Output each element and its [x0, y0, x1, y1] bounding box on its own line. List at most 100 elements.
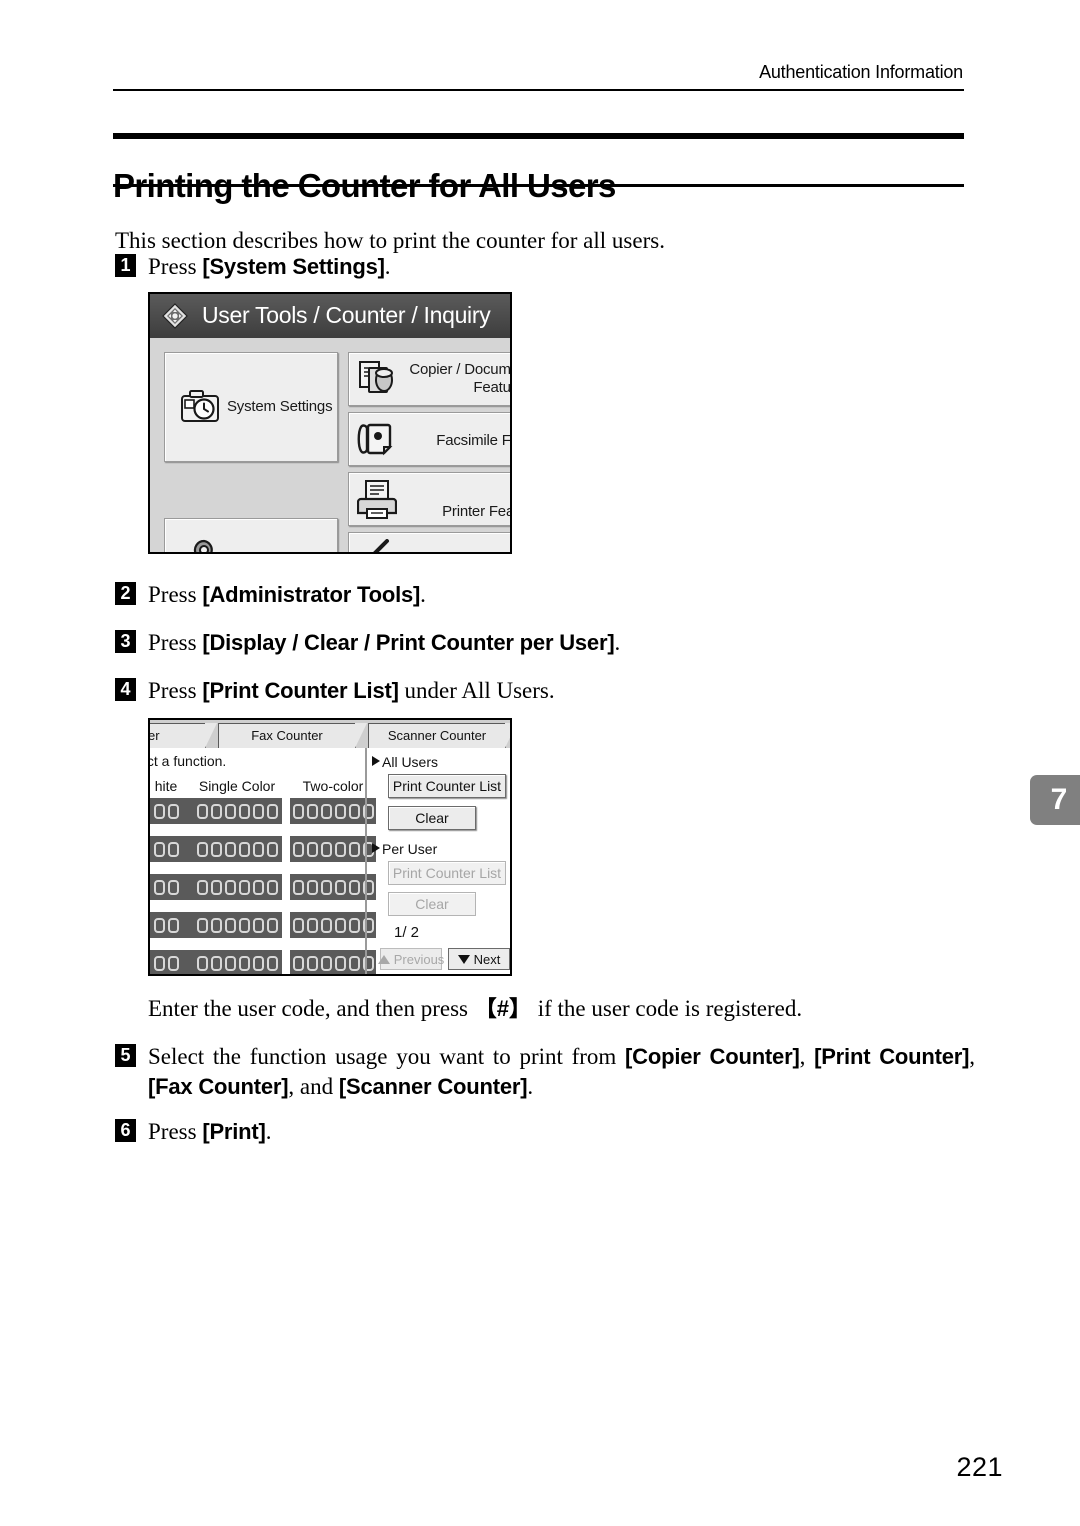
counter-digit: [320, 955, 332, 971]
step-4-pre: Press: [148, 678, 203, 703]
counter-digit: [348, 803, 360, 819]
counter-digit: [348, 917, 360, 933]
figure1-label-line2: Features: [473, 379, 511, 396]
figure1-button-system-settings[interactable]: System Settings: [164, 352, 338, 462]
figure2-counter-cell: [150, 912, 198, 938]
step-6-target: [Print]: [202, 1119, 266, 1144]
figure2-tab-fax-counter[interactable]: Fax Counter: [218, 723, 367, 748]
figure2-all-users-print-counter-list-button[interactable]: Print Counter List: [388, 774, 506, 798]
counter-digit: [252, 803, 264, 819]
counter-digit: [266, 803, 278, 819]
figure2-per-user-print-counter-list-button[interactable]: Print Counter List: [388, 861, 506, 885]
counter-digit: [153, 803, 165, 819]
counter-digit: [238, 879, 250, 895]
section-rule-bottom: [113, 184, 964, 187]
step-1-post: .: [384, 254, 391, 279]
figure2-counter-cell: [150, 874, 198, 900]
step-3-post: .: [614, 630, 621, 655]
counter-digit: [196, 841, 208, 857]
step-number-badge: 4: [115, 678, 136, 701]
figure2-column-header-black-white: hite: [154, 778, 178, 794]
counter-digit: [153, 955, 165, 971]
counter-digit: [266, 841, 278, 857]
figure2-counter-cell: [150, 836, 198, 862]
step-5-p1: Select the function usage you want to pr…: [148, 1044, 626, 1069]
counter-digit: [348, 841, 360, 857]
step-4-target: [Print Counter List]: [202, 678, 399, 703]
figure2-tab-print-counter[interactable]: ter: [150, 723, 217, 748]
running-head: Authentication Information: [759, 62, 963, 82]
counter-digit: [292, 955, 304, 971]
counter-digit: [334, 879, 346, 895]
figure2-body: lect a function. hite Single Color Two-c…: [150, 748, 510, 974]
counter-digit: [334, 841, 346, 857]
step-5-p2: ,: [799, 1044, 815, 1069]
figure1-button-copier-document-features[interactable]: Copier / DocumentFeatures: [348, 352, 511, 406]
step-1-text: Press [System Settings].: [148, 252, 975, 282]
triangle-up-icon: [377, 954, 390, 964]
triangle-down-icon: [457, 954, 470, 964]
counter-digit: [252, 917, 264, 933]
figure2-counter-cell: [290, 836, 376, 862]
step-1-pre: Press: [148, 254, 203, 279]
counter-digit: [153, 917, 165, 933]
step-number-badge: 1: [115, 254, 136, 277]
counter-digit: [196, 879, 208, 895]
step-4-post: under All Users.: [398, 678, 555, 703]
figure2-column-header-two-color: Two-color: [302, 778, 364, 794]
counter-digit: [292, 879, 304, 895]
counter-digit: [224, 879, 236, 895]
counter-digit: [238, 841, 250, 857]
figure2-next-button[interactable]: Next: [448, 948, 510, 970]
chapter-tab: 7: [1030, 775, 1080, 825]
figure2-per-user-clear-button[interactable]: Clear: [388, 892, 476, 916]
counter-digit: [306, 955, 318, 971]
triangle-marker-icon: [372, 756, 380, 766]
figure1-button-scanner-features[interactable]: Scanner Featu: [348, 532, 510, 552]
figure2-column-header-single-color: Single Color: [198, 778, 276, 794]
step-5-p4: , and: [288, 1074, 339, 1099]
figure1-title: User Tools / Counter / Inquiry: [202, 302, 491, 328]
counter-digit: [320, 841, 332, 857]
step-5-target-scanner: [Scanner Counter]: [338, 1074, 528, 1099]
counter-digit: [252, 955, 264, 971]
figure2-panel-divider: [365, 748, 367, 974]
counter-digit: [224, 841, 236, 857]
counter-digit: [306, 879, 318, 895]
figure2-counter-cell: [192, 836, 282, 862]
counter-digit: [292, 803, 304, 819]
figure2-previous-button[interactable]: Previous: [377, 948, 444, 970]
counter-digit: [306, 803, 318, 819]
counter-digit: [196, 917, 208, 933]
counter-digit: [167, 917, 179, 933]
counter-digit: [320, 879, 332, 895]
counter-digit: [224, 955, 236, 971]
step-number-badge: 5: [115, 1044, 136, 1067]
figure1-button-maintenance[interactable]: Maintenance: [164, 518, 338, 552]
step-1: 1 Press [System Settings].: [115, 252, 975, 282]
figure2-group-label-per-user: Per User: [372, 841, 437, 857]
counter-digit: [292, 841, 304, 857]
step-3: 3 Press [Display / Clear / Print Counter…: [115, 628, 975, 658]
counter-digit: [348, 955, 360, 971]
substep-user-code-paragraph: Enter the user code, and then press 【#】 …: [148, 994, 978, 1024]
figure-user-tools-counter-inquiry: User Tools / Counter / Inquiry System Se…: [148, 292, 512, 554]
step-5: 5 Select the function usage you want to …: [115, 1042, 975, 1102]
counter-digit: [167, 841, 179, 857]
figure1-button-printer-features[interactable]: Printer Featur: [348, 472, 510, 526]
counter-digit: [348, 879, 360, 895]
section-rule-top: [113, 133, 964, 139]
substep-after: if the user code is registered.: [531, 996, 803, 1021]
counter-digit: [238, 803, 250, 819]
facsimile-icon: [357, 423, 393, 456]
counter-digit: [334, 803, 346, 819]
figure2-counter-cell: [290, 912, 376, 938]
counter-digit: [306, 917, 318, 933]
figure1-button-facsimile-features[interactable]: Facsimile Feat: [348, 412, 510, 466]
figure2-tab-scanner-counter[interactable]: Scanner Counter: [368, 723, 510, 748]
counter-digit: [306, 841, 318, 857]
step-5-p5: .: [527, 1074, 534, 1099]
hash-keycap: 【#】: [474, 996, 531, 1021]
figure2-all-users-clear-button[interactable]: Clear: [388, 806, 476, 830]
counter-digit: [292, 917, 304, 933]
